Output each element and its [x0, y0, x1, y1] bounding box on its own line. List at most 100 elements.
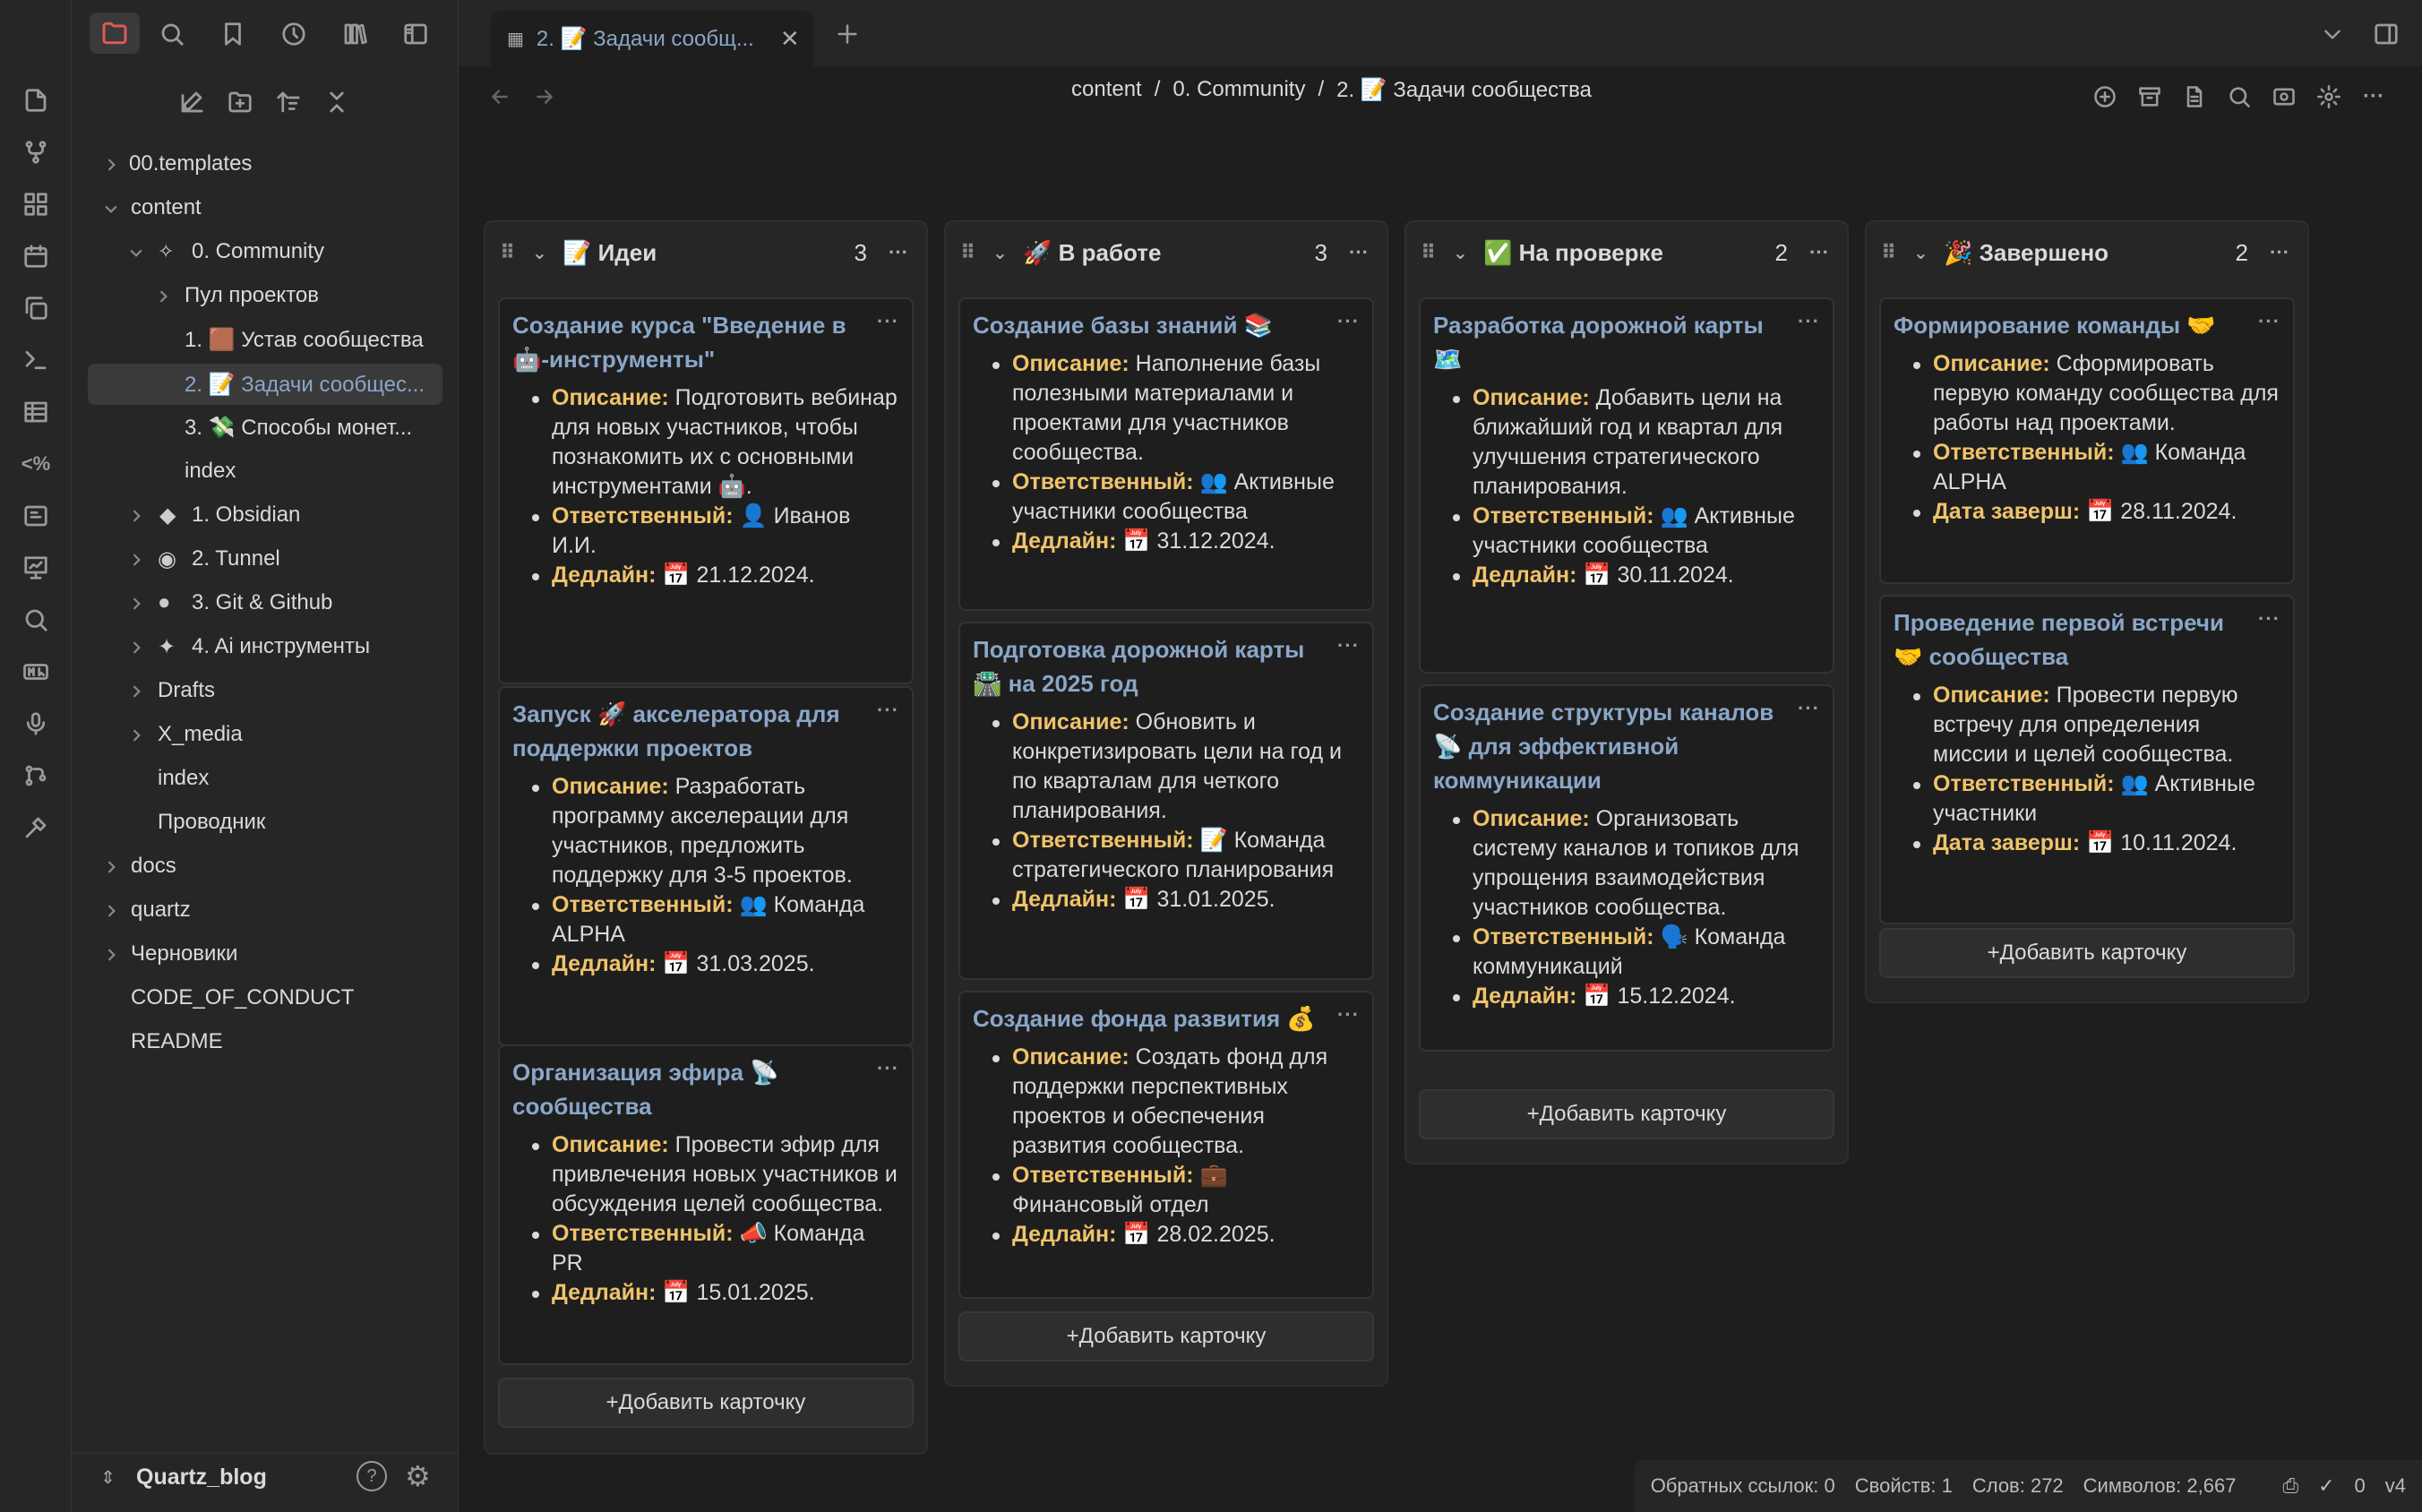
kanban-card[interactable]: Проведение первой встречи 🤝 сообщества ··…	[1879, 595, 2295, 924]
add-card-button[interactable]: +Добавить карточку	[958, 1311, 1374, 1362]
terminal-icon[interactable]	[18, 342, 54, 378]
kanban-card[interactable]: Организация эфира 📡 сообщества ··· Описани…	[498, 1044, 914, 1365]
file-index[interactable]: index	[72, 758, 448, 799]
folder-icon[interactable]	[90, 13, 140, 54]
markdown-icon[interactable]	[18, 654, 54, 690]
canvas-icon[interactable]	[18, 186, 54, 222]
breadcrumb-current-file[interactable]: 2. 📝 Задачи сообщества	[1336, 77, 1592, 103]
microphone-icon[interactable]	[18, 706, 54, 742]
search-icon[interactable]	[2221, 79, 2257, 115]
file-monetization[interactable]: 3. 💸 Способы монет...	[72, 407, 448, 448]
drag-handle-icon[interactable]: ⠿	[960, 241, 975, 264]
tools-icon[interactable]	[18, 810, 54, 846]
file-index[interactable]: index	[72, 451, 448, 492]
file-readme[interactable]: README	[72, 1021, 448, 1062]
chevron-down-icon[interactable]	[2315, 16, 2350, 52]
sync-check-icon[interactable]: ✓	[2318, 1474, 2334, 1498]
templater-icon[interactable]: <%	[18, 446, 54, 482]
settings-icon[interactable]: ⚙	[405, 1459, 431, 1493]
document-icon[interactable]	[2177, 79, 2212, 115]
help-icon[interactable]: ?	[356, 1461, 387, 1491]
more-options-icon[interactable]: ···	[2356, 79, 2392, 115]
folder-content[interactable]: content	[72, 187, 448, 228]
folder-quartz[interactable]: quartz	[72, 889, 448, 931]
chevron-down-icon[interactable]: ⌄	[1913, 242, 1928, 264]
slides-icon[interactable]	[18, 498, 54, 534]
kanban-card[interactable]: Разработка дорожной карты 🗺️ ··· Описание:…	[1419, 297, 1834, 674]
right-sidebar-toggle-icon[interactable]	[2368, 16, 2404, 52]
card-title[interactable]: Проведение первой встречи 🤝 сообщества	[1894, 606, 2280, 674]
printer-icon[interactable]: ⎙	[2282, 1474, 2298, 1498]
sort-icon[interactable]	[271, 84, 306, 120]
library-icon[interactable]	[337, 16, 373, 52]
card-menu-icon[interactable]: ···	[2258, 310, 2280, 333]
add-card-button[interactable]: +Добавить карточку	[1419, 1089, 1834, 1139]
new-folder-icon[interactable]	[222, 84, 258, 120]
folder-ai-tools[interactable]: ✦ 4. Ai инструменты	[72, 626, 448, 667]
card-title[interactable]: Подготовка дорожной карты 🛣️ на 2025 год	[973, 632, 1360, 700]
card-menu-icon[interactable]: ···	[1337, 310, 1360, 333]
folder-community[interactable]: ✧ 0. Community	[72, 231, 448, 272]
kanban-card[interactable]: Подготовка дорожной карты 🛣️ на 2025 год…	[958, 622, 1374, 980]
card-menu-icon[interactable]: ···	[1337, 1003, 1360, 1027]
card-menu-icon[interactable]: ···	[877, 1057, 899, 1080]
git-icon[interactable]	[18, 758, 54, 794]
breadcrumb-community[interactable]: 0. Community	[1172, 77, 1305, 103]
card-title[interactable]: Разработка дорожной карты 🗺️	[1433, 308, 1820, 376]
settings-icon[interactable]	[2311, 79, 2347, 115]
lane-menu-icon[interactable]: ···	[889, 241, 908, 264]
bookmark-icon[interactable]	[215, 16, 251, 52]
chevron-down-icon[interactable]: ⌄	[1453, 242, 1468, 264]
card-menu-icon[interactable]: ···	[877, 310, 899, 333]
folder-docs[interactable]: docs	[72, 846, 448, 887]
breadcrumb-content[interactable]: content	[1071, 77, 1142, 103]
drag-handle-icon[interactable]: ⠿	[1881, 241, 1896, 264]
backlinks-count[interactable]: Обратных ссылок: 0	[1651, 1474, 1835, 1498]
kanban-card[interactable]: Создание структуры каналов 📡 для эффекти…	[1419, 684, 1834, 1052]
new-tab-icon[interactable]	[829, 16, 865, 52]
search-icon[interactable]	[18, 602, 54, 638]
calendar-icon[interactable]	[18, 238, 54, 274]
sidebar-toggle-icon[interactable]	[398, 16, 434, 52]
add-card-button[interactable]: +Добавить карточку	[1879, 928, 2295, 978]
kanban-card[interactable]: Создание курса "Введение в 🤖-инструменты…	[498, 297, 914, 684]
chevron-down-icon[interactable]: ⌄	[532, 242, 547, 264]
vault-switcher[interactable]: ⇕ Quartz_blog ? ⚙	[72, 1453, 459, 1503]
kanban-card[interactable]: Создание фонда развития 💰 ··· Описание: Со…	[958, 991, 1374, 1299]
lane-menu-icon[interactable]: ···	[2270, 241, 2289, 264]
folder-x-media[interactable]: X_media	[72, 714, 448, 755]
new-note-icon[interactable]	[174, 84, 210, 120]
folder-tunnel[interactable]: ◉ 2. Tunnel	[72, 538, 448, 580]
card-menu-icon[interactable]: ···	[2258, 607, 2280, 631]
presentation-icon[interactable]	[18, 550, 54, 586]
search-icon[interactable]	[154, 16, 190, 52]
card-title[interactable]: Создание курса "Введение в 🤖-инструменты…	[512, 308, 899, 376]
file-charter[interactable]: 1. 🟫 Устав сообщества	[72, 319, 448, 360]
tab-community-tasks[interactable]: ▦ 2. 📝 Задачи сообщ... ✕	[491, 11, 813, 66]
card-title[interactable]: Запуск 🚀 акселератора для поддержки прое…	[512, 697, 899, 765]
card-menu-icon[interactable]: ···	[1798, 310, 1820, 333]
card-menu-icon[interactable]: ···	[877, 699, 899, 722]
archive-icon[interactable]	[2132, 79, 2168, 115]
drag-handle-icon[interactable]: ⠿	[500, 241, 515, 264]
file-community-tasks[interactable]: 2. 📝 Задачи сообщес...	[88, 364, 442, 405]
clock-icon[interactable]	[276, 16, 312, 52]
card-menu-icon[interactable]: ···	[1337, 634, 1360, 657]
folder-drafts[interactable]: Drafts	[72, 670, 448, 711]
card-menu-icon[interactable]: ···	[1798, 697, 1820, 720]
card-title[interactable]: Создание структуры каналов 📡 для эффекти…	[1433, 695, 1820, 797]
card-title[interactable]: Формирование команды 🤝	[1894, 308, 2280, 342]
file-code-of-conduct[interactable]: CODE_OF_CONDUCT	[72, 977, 448, 1018]
view-icon[interactable]	[2266, 79, 2302, 115]
chevron-down-icon[interactable]: ⌄	[992, 242, 1008, 264]
folder-obsidian[interactable]: ◆ 1. Obsidian	[72, 494, 448, 536]
close-icon[interactable]: ✕	[780, 25, 800, 53]
add-card-button[interactable]: +Добавить карточку	[498, 1378, 914, 1428]
card-title[interactable]: Организация эфира 📡 сообщества	[512, 1055, 899, 1123]
kanban-card[interactable]: Создание базы знаний 📚 ··· Описание: Напол…	[958, 297, 1374, 611]
card-title[interactable]: Создание базы знаний 📚	[973, 308, 1360, 342]
card-title[interactable]: Создание фонда развития 💰	[973, 1001, 1360, 1035]
lane-menu-icon[interactable]: ···	[1809, 241, 1829, 264]
file-explorer-note[interactable]: Проводник	[72, 802, 448, 843]
drag-handle-icon[interactable]: ⠿	[1421, 241, 1436, 264]
